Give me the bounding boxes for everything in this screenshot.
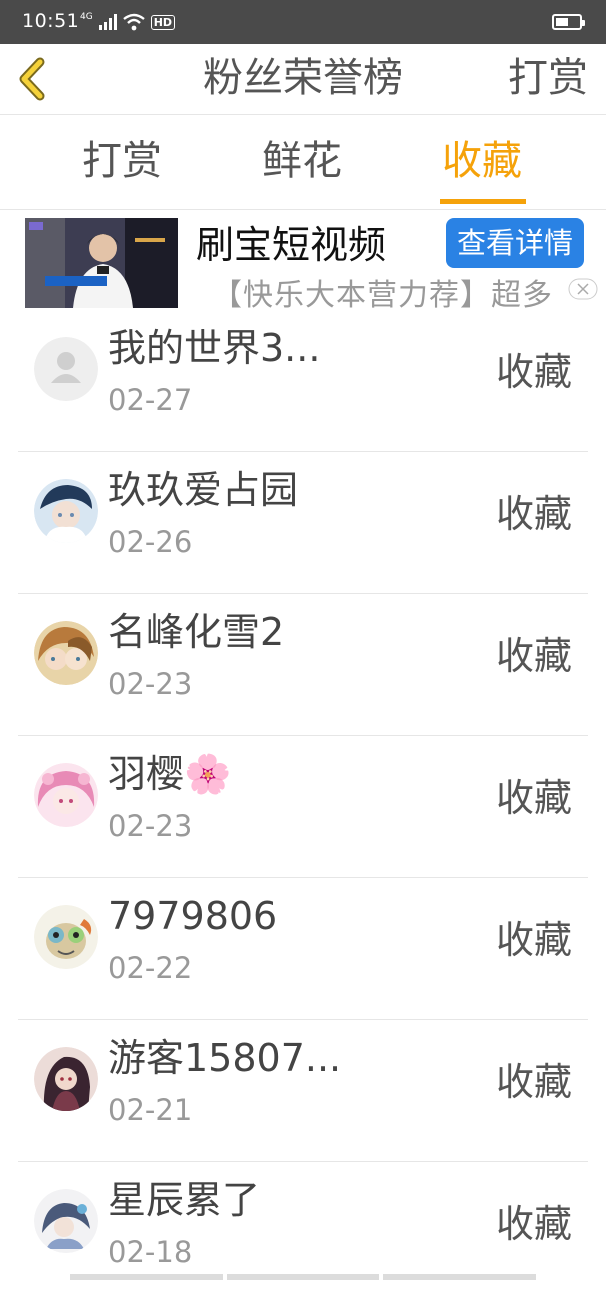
hd-badge: HD <box>150 14 176 30</box>
bottom-edge <box>70 1274 537 1280</box>
ad-banner[interactable]: 刷宝短视频 查看详情 【快乐大本营力荐】超多 <box>0 210 606 310</box>
ad-title: 刷宝短视频 <box>196 223 387 267</box>
action-label: 收藏 <box>495 1202 572 1246</box>
battery-icon <box>552 14 585 30</box>
ad-subtitle: 【快乐大本营力荐】超多 <box>212 278 553 310</box>
reward-button[interactable]: 打赏 <box>508 52 588 104</box>
wifi-icon <box>122 13 145 31</box>
list-item[interactable]: 羽樱🌸 02-23 收藏 <box>0 736 606 878</box>
action-label: 收藏 <box>495 1060 572 1104</box>
avatar <box>34 479 98 543</box>
list-item[interactable]: 我的世界3... 02-27 收藏 <box>0 310 606 452</box>
signal-icon <box>98 14 117 30</box>
tab-reward[interactable]: 打赏 <box>82 135 162 187</box>
close-icon[interactable] <box>568 278 598 300</box>
action-label: 收藏 <box>495 918 572 962</box>
tab-bar: 打赏 鲜花 收藏 <box>0 115 606 210</box>
avatar <box>34 1189 98 1253</box>
avatar <box>34 763 98 827</box>
status-bar: 10:51 4G HD <box>0 0 606 44</box>
fan-date: 02-26 <box>108 525 193 559</box>
avatar <box>34 1047 98 1111</box>
fan-date: 02-23 <box>108 667 193 701</box>
ad-details-button[interactable]: 查看详情 <box>446 218 584 268</box>
fan-date: 02-18 <box>108 1235 193 1269</box>
fan-list: 我的世界3... 02-27 收藏 玖玖爱占园 02-26 收藏 名峰化雪2 0… <box>0 310 606 1304</box>
fan-date: 02-22 <box>108 951 193 985</box>
fan-name: 我的世界3... <box>108 326 321 370</box>
fan-date: 02-27 <box>108 383 193 417</box>
action-label: 收藏 <box>495 492 572 536</box>
app-header: 粉丝荣誉榜 打赏 <box>0 44 606 115</box>
fan-date: 02-23 <box>108 809 193 843</box>
fan-name: 玖玖爱占园 <box>108 468 299 512</box>
list-item[interactable]: 玖玖爱占园 02-26 收藏 <box>0 452 606 594</box>
fan-date: 02-21 <box>108 1093 193 1127</box>
tab-flowers[interactable]: 鲜花 <box>262 135 342 187</box>
action-label: 收藏 <box>495 776 572 820</box>
ad-thumbnail <box>25 218 178 308</box>
action-label: 收藏 <box>495 350 572 394</box>
avatar <box>34 621 98 685</box>
active-tab-indicator <box>440 199 526 204</box>
avatar <box>34 337 98 401</box>
list-item[interactable]: 名峰化雪2 02-23 收藏 <box>0 594 606 736</box>
fan-name: 羽樱🌸 <box>108 752 232 796</box>
list-item[interactable]: 星辰累了 02-18 收藏 <box>0 1162 606 1304</box>
list-item[interactable]: 游客15807... 02-21 收藏 <box>0 1020 606 1162</box>
status-icons: 4G HD <box>80 10 176 34</box>
list-item[interactable]: 7979806 02-22 收藏 <box>0 878 606 1020</box>
action-label: 收藏 <box>495 634 572 678</box>
avatar <box>34 905 98 969</box>
fan-name: 名峰化雪2 <box>108 610 285 654</box>
clock: 10:51 <box>22 10 80 32</box>
fan-name: 7979806 <box>108 894 278 938</box>
network-type: 4G <box>80 11 93 22</box>
tab-favorites[interactable]: 收藏 <box>442 135 522 187</box>
fan-name: 游客15807... <box>108 1036 342 1080</box>
fan-name: 星辰累了 <box>108 1178 261 1222</box>
